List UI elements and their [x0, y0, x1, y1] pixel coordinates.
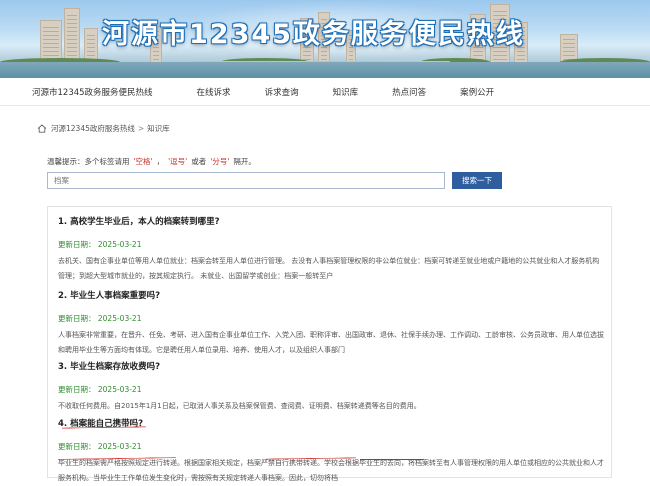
search-tip: 温馨提示：多个标签请用 '空格'， '逗号' 或者 '分号' 隔开。 — [47, 156, 256, 167]
tip-or: 或者 — [191, 157, 207, 166]
list-item: 3. 毕业生档案存放收费吗? 更新日期： 2025-03-21 不收取任何费用。… — [58, 360, 606, 414]
nav-item-request-query[interactable]: 诉求查询 — [265, 86, 299, 98]
list-item: 2. 毕业生人事档案重要吗? 更新日期： 2025-03-21 人事档案非常重要… — [58, 289, 606, 358]
article-summary: 不收取任何费用。自2015年1月1日起，已取消人事关系及档案保管费、查阅费、证明… — [58, 402, 421, 410]
article-summary: 毕业生的档案需严格按照规定进行转递。根据国家相关规定，档案严禁自行携带转递。学校… — [58, 459, 604, 482]
banner-water — [0, 62, 650, 78]
nav-item-online-request[interactable]: 在线诉求 — [197, 86, 231, 98]
tip-prefix: 温馨提示：多个标签请用 — [47, 157, 130, 166]
main-nav: 河源市12345政务服务便民热线 在线诉求 诉求查询 知识库 热点问答 案例公开 — [0, 78, 650, 106]
tip-keyword-comma: '逗号' — [168, 157, 188, 166]
article-summary: 去机关、国有企事业单位等用人单位就业：档案会转至用人单位进行管理。 去没有人事档… — [58, 257, 600, 280]
search-input[interactable] — [47, 172, 445, 189]
article-title[interactable]: 3. 毕业生档案存放收费吗? — [58, 360, 606, 372]
article-date: 更新日期： 2025-03-21 — [58, 442, 142, 451]
tip-keyword-space: '空格' — [133, 157, 153, 166]
nav-item-hot-qa[interactable]: 热点问答 — [392, 86, 426, 98]
home-icon[interactable] — [37, 124, 47, 133]
nav-item-home[interactable]: 河源市12345政务服务便民热线 — [32, 86, 153, 98]
annotation-underline — [360, 459, 424, 460]
breadcrumb-separator: > — [137, 124, 145, 133]
tip-comma: ， — [156, 157, 165, 166]
list-item: 1. 高校学生毕业后，本人的档案转到哪里? 更新日期： 2025-03-21 去… — [58, 215, 606, 284]
tip-suffix: 隔开。 — [233, 157, 256, 166]
article-title[interactable]: 1. 高校学生毕业后，本人的档案转到哪里? — [58, 215, 606, 227]
nav-item-knowledge-base[interactable]: 知识库 — [333, 86, 359, 98]
banner-building — [64, 8, 80, 64]
article-date: 更新日期： 2025-03-21 — [58, 240, 142, 249]
breadcrumb-home-link[interactable]: 河源12345政府服务热线 — [51, 123, 135, 134]
tip-keyword-semicolon: '分号' — [210, 157, 230, 166]
article-title[interactable]: 2. 毕业生人事档案重要吗? — [58, 289, 606, 301]
article-date: 更新日期： 2025-03-21 — [58, 314, 142, 323]
breadcrumb-current: 知识库 — [147, 124, 170, 133]
breadcrumb: 河源12345政府服务热线 > 知识库 — [37, 123, 170, 134]
results-panel: 1. 高校学生毕业后，本人的档案转到哪里? 更新日期： 2025-03-21 去… — [47, 206, 612, 482]
search-button[interactable]: 搜索一下 — [452, 172, 502, 189]
header-banner: 河源市12345政务服务便民热线 — [0, 0, 650, 78]
banner-title: 河源市12345政务服务便民热线 — [102, 19, 525, 50]
article-summary: 人事档案非常重要，在晋升、任免、考研、进入国有企事业单位工作、入党入团、职称评审… — [58, 331, 604, 354]
article-date: 更新日期： 2025-03-21 — [58, 385, 142, 394]
nav-item-case-public[interactable]: 案例公开 — [460, 86, 494, 98]
